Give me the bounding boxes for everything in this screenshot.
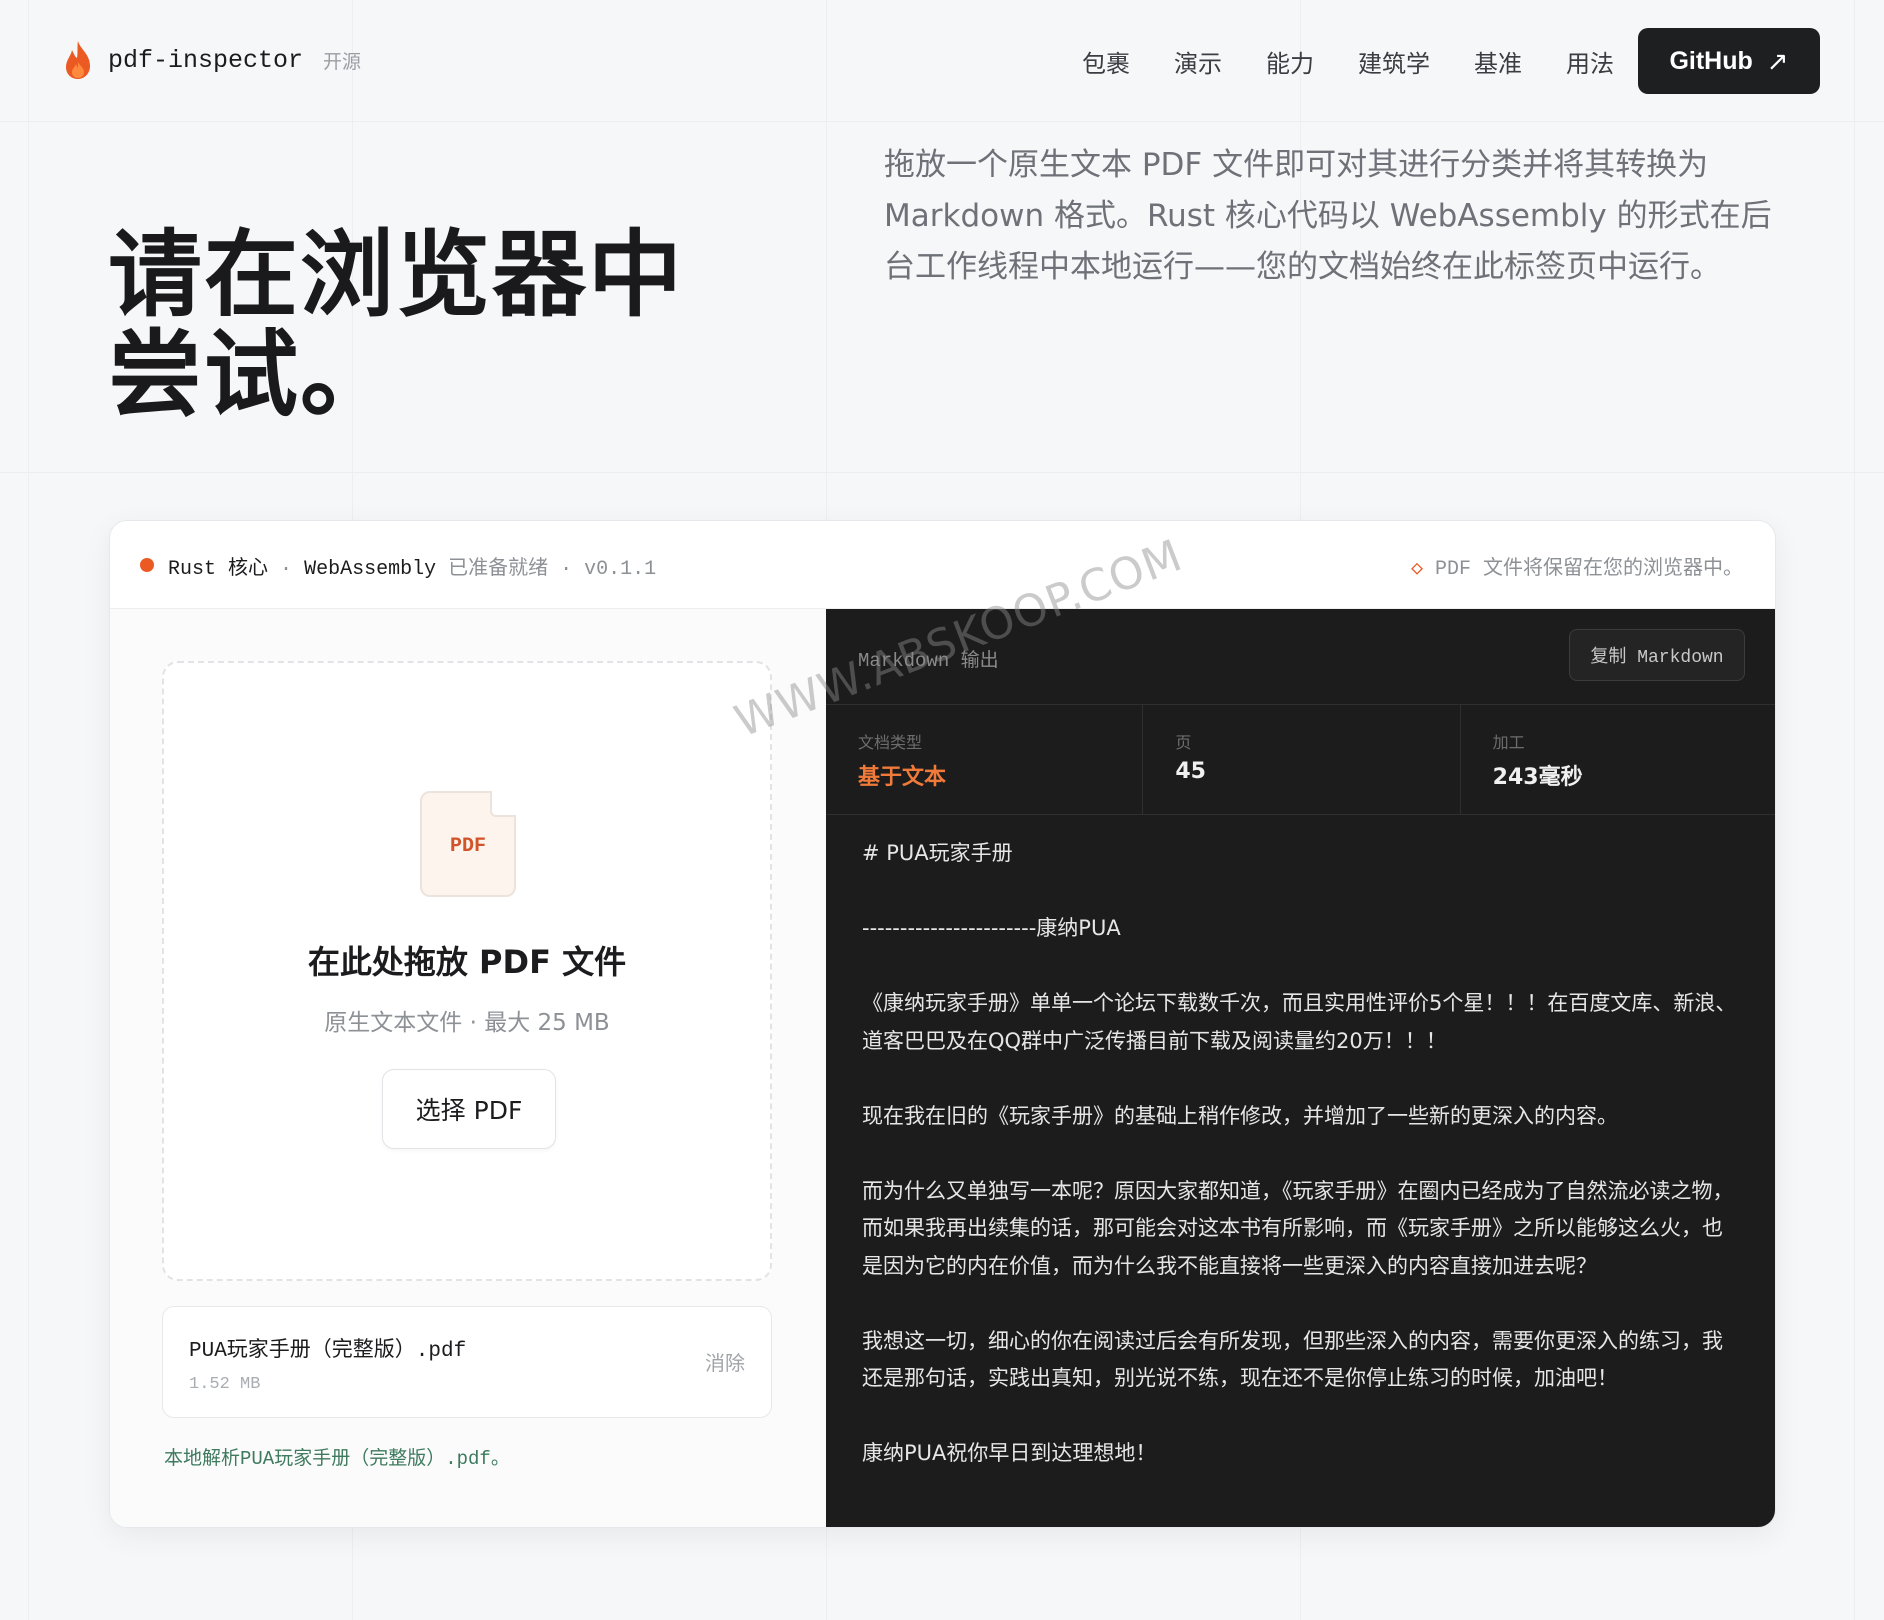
dropzone-title: 在此处拖放 PDF 文件 <box>307 943 627 981</box>
markdown-paragraph: -----------------------康纳PUA <box>862 916 1121 940</box>
brand[interactable]: pdf-inspector 开源 <box>62 40 361 80</box>
nav-item-architecture[interactable]: 建筑学 <box>1358 44 1430 79</box>
pdf-dropzone[interactable]: PDF 在此处拖放 PDF 文件 原生文本文件 · 最大 25 MB 选择 PD… <box>162 661 772 1281</box>
copy-markdown-button[interactable]: 复制 Markdown <box>1569 629 1745 681</box>
privacy-text: PDF 文件将保留在您的浏览器中。 <box>1434 558 1743 581</box>
brand-tag: 开源 <box>323 50 362 73</box>
status-separator: · <box>560 558 573 581</box>
page-fold <box>490 791 516 817</box>
stat-value: 45 <box>1175 759 1206 784</box>
markdown-paragraph: 我想这一切，细心的你在阅读过后会有所发现，但那些深入的内容，需要你更深入的练习，… <box>862 1328 1723 1391</box>
site-header: pdf-inspector 开源 包裹 演示 能力 建筑学 基准 用法 GitH… <box>0 0 1884 122</box>
upload-pane: PDF 在此处拖放 PDF 文件 原生文本文件 · 最大 25 MB 选择 PD… <box>110 609 826 1527</box>
status-bar: Rust 核心 · WebAssembly 已准备就绪 · v0.1.1 ◇ PD… <box>110 521 1775 609</box>
status-engine: WebAssembly <box>304 558 437 581</box>
nav-item-capabilities[interactable]: 能力 <box>1266 44 1314 79</box>
markdown-output-pane: Markdown 输出 复制 Markdown 文档类型 基于文本 页 45 加… <box>826 609 1775 1527</box>
markdown-paragraph: 康纳PUA祝你早日到达理想地！ <box>862 1441 1157 1465</box>
nav-item-demo[interactable]: 演示 <box>1174 44 1222 79</box>
diamond-icon: ◇ <box>1410 558 1423 581</box>
markdown-content[interactable]: # PUA玩家手册 -----------------------康纳PUA 《… <box>862 835 1742 1510</box>
markdown-paragraph: 《康纳玩家手册》单单一个论坛下载数千次，而且实用性评价5个星！！！在百度文库、新… <box>862 991 1737 1053</box>
grid-line <box>0 472 1884 473</box>
remove-file-button[interactable]: 消除 <box>705 1347 745 1376</box>
file-name: PUA玩家手册（完整版）.pdf <box>189 1340 467 1363</box>
stat-processing-time: 加工 243毫秒 <box>1461 705 1775 814</box>
status-ready: 已准备就绪 <box>448 558 549 581</box>
main-nav: 包裹 演示 能力 建筑学 基准 用法 <box>1082 44 1614 79</box>
github-label: GitHub <box>1669 46 1753 75</box>
grid-line <box>1854 0 1855 1620</box>
status-core: Rust 核心 <box>168 558 269 581</box>
stat-label: 加工 <box>1492 733 1525 752</box>
pdf-icon-label: PDF <box>449 835 486 858</box>
status-text: Rust 核心 · WebAssembly 已准备就绪 · v0.1.1 <box>168 551 656 581</box>
status-version: v0.1.1 <box>584 558 657 581</box>
hero-description: 拖放一个原生文本 PDF 文件即可对其进行分类并将其转换为 Markdown 格… <box>884 147 1772 285</box>
github-button[interactable]: GitHub ↗ <box>1638 28 1820 94</box>
nav-item-package[interactable]: 包裹 <box>1082 44 1130 79</box>
nav-item-benchmarks[interactable]: 基准 <box>1474 44 1522 79</box>
dropzone-subtitle: 原生文本文件 · 最大 25 MB <box>324 1010 610 1036</box>
stat-value: 243毫秒 <box>1492 765 1583 790</box>
arrow-up-right-icon: ↗ <box>1766 45 1789 76</box>
stats-row: 文档类型 基于文本 页 45 加工 243毫秒 <box>826 705 1775 815</box>
pdf-file-icon: PDF <box>420 791 516 897</box>
stat-value: 基于文本 <box>858 765 947 790</box>
status-dot-icon <box>140 558 154 572</box>
parse-status-message: 本地解析PUA玩家手册（完整版）.pdf。 <box>164 1448 510 1470</box>
privacy-note: ◇ PDF 文件将保留在您的浏览器中。 <box>1411 551 1743 581</box>
markdown-paragraph: 现在我在旧的《玩家手册》的基础上稍作修改，并增加了一些新的更深入的内容。 <box>862 1103 1618 1128</box>
selected-file: PUA玩家手册（完整版）.pdf 1.52 MB 消除 <box>162 1306 772 1418</box>
flame-logo-icon <box>66 41 90 79</box>
stat-label: 页 <box>1175 733 1192 752</box>
markdown-paragraph: 而为什么又单独写一本呢？原因大家都知道，《玩家手册》在圈内已经成为了自然流必读之… <box>862 1178 1734 1278</box>
page: pdf-inspector 开源 包裹 演示 能力 建筑学 基准 用法 GitH… <box>0 0 1884 1620</box>
file-size: 1.52 MB <box>189 1375 261 1394</box>
markdown-heading: # PUA玩家手册 <box>862 841 1013 865</box>
stat-document-type: 文档类型 基于文本 <box>826 705 1144 814</box>
grid-line <box>28 0 29 1620</box>
hero-title: 请在浏览器中尝试。 <box>108 221 685 430</box>
choose-pdf-button[interactable]: 选择 PDF <box>382 1069 556 1149</box>
nav-item-usage[interactable]: 用法 <box>1566 44 1614 79</box>
stat-pages: 页 45 <box>1143 705 1461 814</box>
brand-name: pdf-inspector <box>108 45 304 75</box>
stat-label: 文档类型 <box>858 733 923 752</box>
status-separator: · <box>280 558 293 581</box>
